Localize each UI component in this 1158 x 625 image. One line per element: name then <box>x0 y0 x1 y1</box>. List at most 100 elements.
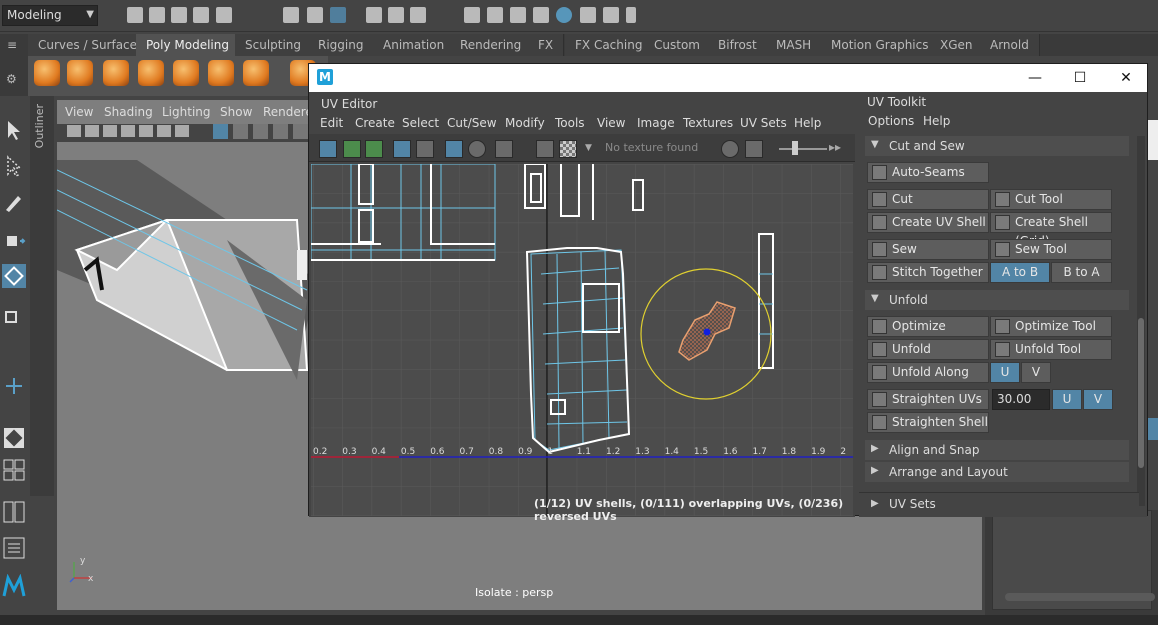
camera-attr-icon[interactable] <box>85 125 99 137</box>
vp-menu-lighting[interactable]: Lighting <box>162 105 211 119</box>
maximize-icon[interactable]: ☐ <box>1071 69 1089 87</box>
uv-menu-create[interactable]: Create <box>355 116 395 130</box>
uv-grid-icon[interactable] <box>445 140 463 158</box>
image-display-icon[interactable] <box>536 140 554 158</box>
tk-menu-options[interactable]: Options <box>868 114 914 128</box>
tab-rendering[interactable]: Rendering <box>450 34 533 56</box>
lights-icon[interactable] <box>293 124 308 139</box>
smooth-shade-icon[interactable] <box>253 124 268 139</box>
light-editor-icon[interactable] <box>603 7 619 23</box>
frame-selection-icon[interactable] <box>416 140 434 158</box>
undo-icon[interactable] <box>193 7 209 23</box>
poly-cylinder-icon[interactable] <box>103 60 129 86</box>
checker-map-icon[interactable] <box>559 140 577 158</box>
uv-snapshot-icon[interactable] <box>495 140 513 158</box>
tab-fx-caching[interactable]: FX Caching <box>565 34 654 56</box>
render-current-icon[interactable] <box>487 7 503 23</box>
unfold-along-button[interactable]: Unfold Along <box>867 362 989 383</box>
hypershade-icon[interactable] <box>556 7 572 23</box>
poly-plane-icon[interactable] <box>208 60 234 86</box>
close-icon[interactable]: ✕ <box>1117 69 1135 87</box>
tab-motion-graphics[interactable]: Motion Graphics <box>821 34 940 56</box>
uv-menu-uvsets[interactable]: UV Sets <box>740 116 787 130</box>
vp-menu-show[interactable]: Show <box>220 105 252 119</box>
tab-mash[interactable]: MASH <box>766 34 823 56</box>
uv-menu-help[interactable]: Help <box>794 116 821 130</box>
b-to-a-toggle[interactable]: B to A <box>1051 262 1112 283</box>
tab-sculpting[interactable]: Sculpting <box>235 34 313 56</box>
uv-menu-edit[interactable]: Edit <box>320 116 343 130</box>
uv-toolbar-expand-icon[interactable]: ▸▸ <box>829 140 841 154</box>
tab-custom[interactable]: Custom <box>644 34 711 56</box>
tab-fx[interactable]: FX <box>528 34 565 56</box>
shelf-gear-icon[interactable]: ⚙ <box>6 72 17 86</box>
select-object-icon[interactable] <box>307 7 323 23</box>
outliner-strip[interactable]: Outliner <box>30 96 54 496</box>
uv-toolkit-title[interactable]: UV Toolkit <box>867 95 926 109</box>
render-settings-icon[interactable] <box>533 7 549 23</box>
cut-tool-button[interactable]: Cut Tool <box>990 189 1112 210</box>
unfold-u-toggle[interactable]: U <box>990 362 1020 383</box>
uv-distortion-icon[interactable] <box>468 140 486 158</box>
lasso-tool-icon[interactable] <box>2 154 26 178</box>
scale-tool-icon[interactable] <box>2 302 26 326</box>
poly-cone-icon[interactable] <box>138 60 164 86</box>
uv-face-mode-icon[interactable] <box>343 140 361 158</box>
uv-menu-textures[interactable]: Textures <box>683 116 733 130</box>
tab-rigging[interactable]: Rigging <box>308 34 375 56</box>
snap-point-icon[interactable] <box>410 7 426 23</box>
stitch-together-button[interactable]: Stitch Together <box>867 262 989 283</box>
exposure-slider-handle[interactable] <box>792 141 798 155</box>
uv-menu-modify[interactable]: Modify <box>505 116 545 130</box>
select-tool-icon[interactable] <box>2 118 26 142</box>
save-icon[interactable] <box>171 7 187 23</box>
straighten-u-toggle[interactable]: U <box>1052 389 1082 410</box>
section-cut-and-sew[interactable]: ▼ Cut and Sew <box>865 136 1129 156</box>
unfold-tool-button[interactable]: Unfold Tool <box>990 339 1112 360</box>
tab-bifrost[interactable]: Bifrost <box>708 34 768 56</box>
uv-menu-image[interactable]: Image <box>637 116 675 130</box>
ipr-render-icon[interactable] <box>510 7 526 23</box>
vp-menu-renderer[interactable]: Rendere <box>263 105 313 119</box>
straighten-shell-button[interactable]: Straighten Shell <box>867 412 989 433</box>
render-view-icon[interactable] <box>464 7 480 23</box>
sew-tool-button[interactable]: Sew Tool <box>990 239 1112 260</box>
tk-menu-help[interactable]: Help <box>923 114 950 128</box>
uv-menu-view[interactable]: View <box>597 116 625 130</box>
optimize-button[interactable]: Optimize <box>867 316 989 337</box>
vp-menu-shading[interactable]: Shading <box>104 105 153 119</box>
snap-grid-icon[interactable] <box>366 7 382 23</box>
horizontal-scrollbar[interactable] <box>1005 593 1155 601</box>
tab-poly-modeling[interactable]: Poly Modeling <box>136 34 240 56</box>
camera-icon[interactable] <box>67 125 81 137</box>
layout-four-icon[interactable] <box>2 458 26 482</box>
poly-sphere-icon[interactable] <box>34 60 60 86</box>
a-to-b-toggle[interactable]: A to B <box>990 262 1050 283</box>
uv-canvas[interactable]: 0.2 0.3 0.4 0.5 0.6 0.7 0.8 0.9 1 1.1 1.2 1.3 1.4 1.5… <box>311 164 853 516</box>
mode-select[interactable]: Modeling ▼ <box>2 5 98 26</box>
section-uv-sets[interactable]: ▶ UV Sets <box>859 492 1139 516</box>
window-titlebar[interactable]: M — ☐ ✕ <box>309 64 1147 92</box>
cut-button[interactable]: Cut <box>867 189 989 210</box>
snap-curve-icon[interactable] <box>388 7 404 23</box>
poly-disc-icon[interactable] <box>243 60 269 86</box>
straighten-v-toggle[interactable]: V <box>1083 389 1113 410</box>
uv-menu-tools[interactable]: Tools <box>555 116 585 130</box>
new-scene-icon[interactable] <box>127 7 143 23</box>
straighten-uvs-button[interactable]: Straighten UVs <box>867 389 989 410</box>
uv-editor-tab[interactable]: UV Editor <box>315 94 383 114</box>
uv-menu-cutsew[interactable]: Cut/Sew <box>447 116 497 130</box>
layout-single-icon[interactable] <box>2 426 26 450</box>
unfold-v-toggle[interactable]: V <box>1021 362 1051 383</box>
redo-icon[interactable] <box>216 7 232 23</box>
section-align-and-snap[interactable]: ▶ Align and Snap <box>865 440 1129 460</box>
poly-torus-icon[interactable] <box>173 60 199 86</box>
optimize-tool-button[interactable]: Optimize Tool <box>990 316 1112 337</box>
image-plane-icon[interactable] <box>121 125 135 137</box>
outliner-layout-icon[interactable] <box>2 536 26 560</box>
tab-arnold[interactable]: Arnold <box>980 34 1040 56</box>
tab-animation[interactable]: Animation <box>373 34 456 56</box>
section-arrange-and-layout[interactable]: ▶ Arrange and Layout <box>865 462 1129 482</box>
toolkit-scrollbar-thumb[interactable] <box>1138 318 1144 468</box>
isolate-select-icon[interactable] <box>393 140 411 158</box>
